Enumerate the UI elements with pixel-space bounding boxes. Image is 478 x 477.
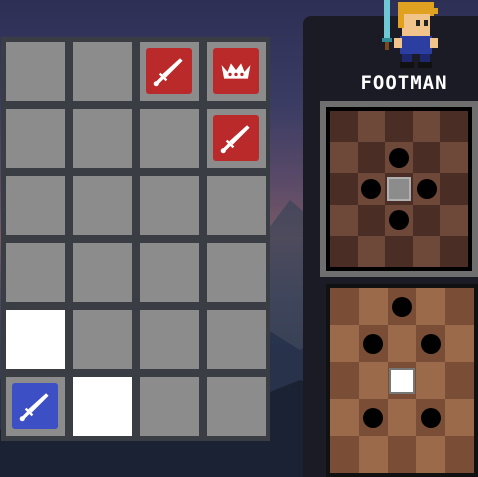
pattern-square bbox=[412, 173, 441, 205]
pattern-square bbox=[330, 288, 359, 325]
move-target-dot bbox=[363, 333, 384, 354]
pattern-square bbox=[330, 111, 358, 143]
pattern-square bbox=[357, 173, 386, 205]
pattern-square bbox=[416, 399, 446, 436]
crown-icon bbox=[219, 58, 253, 84]
board-cell[interactable] bbox=[6, 176, 65, 235]
move-target-dot bbox=[363, 407, 384, 428]
footman-sprite bbox=[382, 0, 438, 68]
pattern-square bbox=[358, 288, 388, 325]
enemy-footman-piece[interactable] bbox=[213, 115, 259, 161]
pattern-square bbox=[445, 399, 474, 436]
pattern-square bbox=[412, 111, 441, 143]
board-cell[interactable] bbox=[140, 176, 199, 235]
pattern-square bbox=[385, 142, 413, 174]
board-cell[interactable] bbox=[73, 243, 132, 302]
board-cell[interactable] bbox=[207, 377, 266, 436]
board-cell[interactable] bbox=[73, 310, 132, 369]
move-target-dot bbox=[416, 178, 437, 199]
pattern-square bbox=[330, 204, 358, 236]
pattern-square bbox=[330, 235, 358, 267]
pattern-square bbox=[440, 173, 468, 205]
pattern-square bbox=[387, 325, 417, 362]
player-footman-piece[interactable] bbox=[12, 383, 58, 429]
board-cell[interactable] bbox=[140, 377, 199, 436]
board-cell[interactable] bbox=[207, 109, 266, 168]
pattern-square bbox=[358, 399, 388, 436]
pattern-square bbox=[440, 111, 468, 143]
board-cell[interactable] bbox=[207, 243, 266, 302]
board-cell[interactable] bbox=[73, 109, 132, 168]
game-board bbox=[1, 37, 270, 441]
enemy-footman-piece[interactable] bbox=[146, 48, 192, 94]
sword-icon bbox=[152, 54, 186, 88]
pattern-square bbox=[330, 325, 359, 362]
enemy-king-piece[interactable] bbox=[213, 48, 259, 94]
board-cell[interactable] bbox=[207, 310, 266, 369]
move-target-dot bbox=[391, 296, 412, 317]
unit-position-marker bbox=[386, 176, 411, 201]
move-target-dot bbox=[420, 407, 441, 428]
pattern-square bbox=[357, 111, 386, 143]
movement-pattern-selected[interactable] bbox=[320, 101, 478, 277]
pattern-square bbox=[330, 399, 359, 436]
board-cell[interactable] bbox=[6, 243, 65, 302]
pattern-square bbox=[358, 325, 388, 362]
board-cell[interactable] bbox=[6, 42, 65, 101]
pattern-square bbox=[357, 142, 386, 174]
pattern-square bbox=[357, 235, 386, 267]
move-target-dot bbox=[388, 210, 409, 231]
board-cell[interactable] bbox=[140, 310, 199, 369]
board-cell[interactable] bbox=[140, 109, 199, 168]
movement-pattern-alternate[interactable] bbox=[326, 284, 478, 477]
board-cell[interactable] bbox=[73, 42, 132, 101]
pattern-square bbox=[445, 288, 474, 325]
pattern-square bbox=[330, 142, 358, 174]
unit-name-label: FOOTMAN bbox=[360, 72, 448, 94]
board-cell[interactable] bbox=[140, 243, 199, 302]
pattern-square bbox=[412, 235, 441, 267]
pattern-square bbox=[416, 436, 446, 473]
board-cell[interactable] bbox=[207, 42, 266, 101]
board-cell[interactable] bbox=[6, 377, 65, 436]
sword-icon bbox=[18, 389, 52, 423]
pattern-square bbox=[416, 325, 446, 362]
pattern-square bbox=[416, 288, 446, 325]
pattern-square bbox=[445, 325, 474, 362]
pattern-square bbox=[445, 362, 474, 399]
pattern-square bbox=[385, 204, 413, 236]
pattern-square bbox=[330, 173, 358, 205]
pattern-square bbox=[387, 399, 417, 436]
pattern-square bbox=[357, 204, 386, 236]
pattern-square bbox=[416, 362, 446, 399]
highlighted-move-cell[interactable] bbox=[73, 377, 132, 436]
pattern-square bbox=[445, 436, 474, 473]
sword-icon bbox=[219, 121, 253, 155]
pattern-square bbox=[412, 204, 441, 236]
pattern-square bbox=[387, 436, 417, 473]
move-target-dot bbox=[420, 333, 441, 354]
unit-position-marker bbox=[388, 367, 415, 394]
highlighted-move-cell[interactable] bbox=[6, 310, 65, 369]
board-cell[interactable] bbox=[140, 42, 199, 101]
pattern-square bbox=[358, 436, 388, 473]
pattern-square bbox=[440, 142, 468, 174]
pattern-square bbox=[330, 436, 359, 473]
pattern-square bbox=[358, 362, 388, 399]
pattern-square bbox=[412, 142, 441, 174]
pattern-square bbox=[330, 362, 359, 399]
pattern-square bbox=[387, 362, 417, 399]
board-cell[interactable] bbox=[6, 109, 65, 168]
move-target-dot bbox=[361, 178, 382, 199]
pattern-square bbox=[440, 204, 468, 236]
pattern-square bbox=[385, 173, 413, 205]
pattern-square bbox=[440, 235, 468, 267]
move-target-dot bbox=[388, 147, 409, 168]
pattern-square bbox=[387, 288, 417, 325]
pattern-square bbox=[385, 111, 413, 143]
pattern-square bbox=[385, 235, 413, 267]
board-cell[interactable] bbox=[73, 176, 132, 235]
board-cell[interactable] bbox=[207, 176, 266, 235]
